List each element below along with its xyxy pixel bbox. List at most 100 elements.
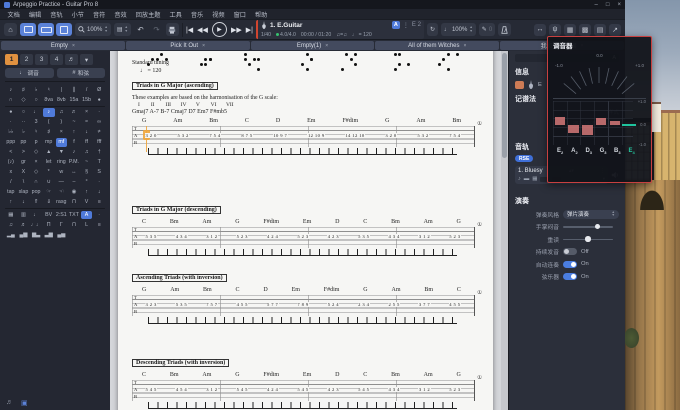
notation-symbol[interactable]: ⊓ — [68, 198, 80, 207]
score-scrollbar[interactable] — [501, 51, 508, 410]
notation-symbol[interactable]: ° — [81, 178, 93, 187]
notation-symbol[interactable] — [5, 208, 105, 209]
notation-symbol[interactable]: 3 — [30, 118, 42, 127]
notation-symbol[interactable]: ~ — [68, 118, 80, 127]
notation-symbol[interactable]: < — [5, 148, 17, 157]
notation-symbol[interactable]: ▆▃ — [30, 231, 42, 240]
notation-symbol[interactable]: ≈ — [81, 118, 93, 127]
voice-button[interactable]: 2 — [20, 54, 33, 65]
string-label[interactable]: D3 — [582, 148, 596, 155]
menu-item[interactable]: 窗口 — [229, 10, 250, 19]
notation-symbol[interactable]: ♭ — [30, 86, 42, 95]
notation-symbol[interactable]: ♩ — [30, 211, 42, 220]
fret-numbers[interactable]: 4 3 4 — [388, 234, 400, 239]
fret-numbers[interactable]: 5 3 5 — [358, 234, 370, 239]
rewind-button[interactable]: ◀◀ — [197, 26, 208, 34]
notation-symbol[interactable]: ▲ — [43, 148, 55, 157]
undo-button[interactable]: ↶ — [134, 23, 147, 36]
notation-symbol[interactable]: ♬ — [18, 221, 30, 230]
menu-item[interactable]: 音符 — [89, 10, 110, 19]
notation-symbol[interactable]: ▦ — [5, 211, 17, 220]
notation-symbol[interactable]: ↑ — [68, 128, 80, 137]
notation-symbol[interactable]: † — [93, 148, 105, 157]
fret-numbers[interactable]: 7 5 4 — [449, 133, 461, 138]
notation-symbol[interactable]: ♩ — [30, 108, 42, 117]
notation-symbol[interactable]: ♪ — [5, 86, 17, 95]
tool-window-button[interactable]: ▦ — [564, 24, 576, 36]
redo-button[interactable]: ↷ — [150, 23, 163, 36]
notation-symbol[interactable]: ↔ — [68, 168, 80, 177]
notation-symbol[interactable]: ≡ — [93, 198, 105, 207]
notation-symbol[interactable]: ff — [81, 138, 93, 147]
notation-symbol[interactable]: tap — [5, 188, 17, 197]
notation-symbol[interactable]: ↓ — [93, 188, 105, 197]
playback-speed-control[interactable]: ♩ 100% ▲▼ — [441, 23, 476, 36]
maximize-button[interactable]: □ — [606, 2, 610, 8]
fret-numbers[interactable]: 3 2 3 — [145, 302, 157, 307]
metronome-button[interactable] — [498, 23, 511, 36]
fret-numbers[interactable]: 4 5 5 — [449, 302, 461, 307]
tool-window-button[interactable]: ↗ — [609, 24, 621, 36]
notation-symbol[interactable]: ∥ — [68, 86, 80, 95]
notation-symbol[interactable]: L — [81, 221, 93, 230]
toggle-switch[interactable] — [563, 273, 577, 280]
notation-symbol[interactable]: ∩ — [5, 96, 17, 105]
notation-symbol[interactable]: / — [81, 86, 93, 95]
rse-badge[interactable]: RSE — [515, 155, 533, 162]
fret-numbers[interactable]: 5 4 5 — [145, 387, 157, 392]
notation-symbol[interactable]: T — [93, 158, 105, 167]
menu-item[interactable]: 编辑 — [24, 10, 45, 19]
print-button[interactable] — [166, 23, 179, 36]
notation-symbol[interactable]: ♫ — [5, 221, 17, 230]
string-label[interactable]: E4 — [624, 148, 638, 155]
notation-symbol[interactable]: ◇ — [30, 168, 42, 177]
tab-close-icon[interactable]: × — [464, 43, 467, 49]
notation-symbol[interactable]: ▥ — [18, 211, 30, 220]
toggle-switch[interactable] — [563, 261, 577, 268]
notation-symbol[interactable]: ppp — [5, 138, 17, 147]
parameter-slider[interactable] — [563, 223, 619, 231]
tab-close-icon[interactable]: × — [72, 43, 75, 49]
fret-numbers[interactable]: 5 2 3 — [236, 234, 248, 239]
vertical-view-button[interactable] — [56, 23, 72, 36]
fret-numbers[interactable]: 10 9 7 — [273, 133, 288, 138]
automation-badge[interactable]: A — [392, 21, 400, 29]
menu-item[interactable]: 音轨 — [46, 10, 67, 19]
notation-symbol[interactable]: Π — [43, 221, 55, 230]
voice-button[interactable]: 3 — [35, 54, 48, 65]
slider-knob[interactable] — [585, 236, 591, 242]
notation-symbol[interactable]: · — [93, 178, 105, 187]
notation-symbol[interactable]: ring — [56, 158, 68, 167]
tab-staff[interactable]: TAB 5 3 54 3 43 1 25 2 34 2 45 2 34 2 35… — [132, 227, 479, 259]
notation-symbol[interactable]: ☜ — [56, 188, 68, 197]
notation-symbol[interactable]: f — [68, 138, 80, 147]
fret-numbers[interactable]: 3 1 2 — [418, 234, 430, 239]
tab-close-icon[interactable]: × — [202, 43, 205, 49]
menu-item[interactable]: 音乐 — [186, 10, 207, 19]
notation-symbol[interactable]: ▼ — [56, 148, 68, 157]
notation-symbol[interactable]: — — [56, 178, 68, 187]
notation-symbol[interactable] — [93, 231, 105, 240]
notation-symbol[interactable]: ⇓ — [43, 198, 55, 207]
tab-close-icon[interactable]: × — [325, 43, 328, 49]
notation-symbol[interactable]: (♪) — [5, 158, 17, 167]
notation-symbol[interactable]: S — [93, 168, 105, 177]
notation-symbol[interactable]: ▃▆ — [43, 231, 55, 240]
notation-symbol[interactable]: 15b — [81, 96, 93, 105]
menu-item[interactable]: 视频 — [208, 10, 229, 19]
track-menu-icon[interactable]: ⋮ — [403, 22, 409, 29]
fret-numbers[interactable]: 3 7 7 — [418, 302, 430, 307]
notation-symbol[interactable] — [81, 231, 93, 240]
minimize-button[interactable]: – — [595, 2, 598, 8]
notation-symbol[interactable]: ♪ — [43, 108, 55, 117]
fret-numbers[interactable]: 3 1 2 — [206, 387, 218, 392]
close-button[interactable]: × — [617, 2, 621, 8]
fret-numbers[interactable]: 5 7 7 — [267, 302, 279, 307]
notation-symbol[interactable]: \ — [18, 178, 30, 187]
notation-symbol[interactable]: – — [68, 178, 80, 187]
fret-numbers[interactable]: 5 3 2 — [177, 133, 189, 138]
page-layout-control[interactable]: ▤ ▲▼ — [114, 23, 131, 36]
notation-symbol[interactable]: 15a — [68, 96, 80, 105]
fret-numbers[interactable]: 5 4 5 — [297, 387, 309, 392]
notation-symbol[interactable]: ∪ — [43, 178, 55, 187]
